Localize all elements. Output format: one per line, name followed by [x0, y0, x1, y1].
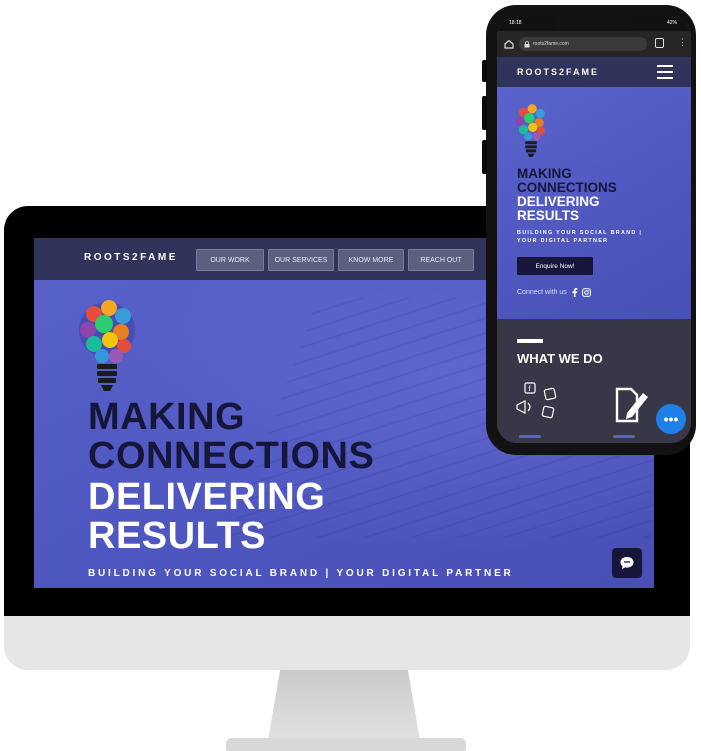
desktop-tagline: BUILDING YOUR SOCIAL BRAND | YOUR DIGITA…: [88, 568, 514, 579]
mobile-headline-line-2: CONNECTIONS: [517, 180, 617, 195]
mobile-tagline-line-1: BUILDING YOUR SOCIAL BRAND |: [517, 230, 643, 236]
instagram-icon[interactable]: [581, 288, 591, 297]
home-icon[interactable]: [504, 39, 514, 49]
desktop-headline-line-1: MAKING: [88, 396, 246, 438]
desktop-logo[interactable]: ROOTS2FAME: [84, 252, 178, 263]
desktop-headline-line-2: CONNECTIONS: [88, 435, 375, 477]
svg-text:f: f: [529, 386, 531, 393]
content-writing-icon: [615, 387, 648, 423]
lock-icon: [524, 41, 530, 48]
mobile-website-screen: 18:18 42% roots2fame.com ⋮ ROOTS2FAME MA…: [497, 17, 691, 443]
mobile-headline-line-4: RESULTS: [517, 208, 580, 223]
chat-button[interactable]: [612, 548, 642, 578]
nav-our-services-button[interactable]: OUR SERVICES: [268, 249, 334, 271]
social-media-marketing-icon: f: [516, 382, 557, 419]
browser-url-bar: roots2fame.com ⋮: [497, 31, 691, 57]
chat-fab-button[interactable]: •••: [656, 404, 686, 434]
tabs-icon[interactable]: [655, 38, 664, 48]
mobile-tagline-line-2: YOUR DIGITAL PARTNER: [517, 238, 609, 244]
status-time: 18:18: [509, 20, 522, 26]
more-menu-icon[interactable]: ⋮: [678, 37, 687, 47]
desktop-headline-line-4: RESULTS: [88, 515, 267, 557]
nav-our-work-button[interactable]: OUR WORK: [196, 249, 264, 271]
phone-volume-down: [482, 140, 487, 174]
carousel-indicator-1[interactable]: [519, 435, 541, 438]
desktop-headline-line-3: DELIVERING: [88, 476, 326, 518]
connect-label: Connect with us: [517, 289, 567, 296]
nav-know-more-button[interactable]: KNOW MORE: [338, 249, 404, 271]
nav-reach-out-button[interactable]: REACH OUT: [408, 249, 474, 271]
phone-side-button: [482, 60, 487, 82]
url-field[interactable]: roots2fame.com: [519, 37, 647, 51]
connect-row: Connect with us: [517, 288, 591, 297]
what-we-do-title: WHAT WE DO: [517, 351, 603, 366]
mobile-navbar: ROOTS2FAME: [497, 57, 691, 87]
url-text: roots2fame.com: [533, 41, 569, 47]
chat-bubble-icon: [620, 557, 634, 569]
hamburger-menu-icon[interactable]: [657, 65, 673, 79]
facebook-icon[interactable]: [571, 288, 578, 297]
mobile-hero: MAKING CONNECTIONS DELIVERING RESULTS BU…: [497, 87, 691, 319]
section-accent-bar: [517, 339, 543, 343]
monitor-stand-neck: [268, 670, 420, 740]
enquire-now-button[interactable]: Enquire Now!: [517, 257, 593, 275]
phone-volume-up: [482, 96, 487, 130]
mobile-headline-line-3: DELIVERING: [517, 194, 600, 209]
carousel-indicator-2[interactable]: [613, 435, 635, 438]
social-lightbulb-icon: [515, 104, 545, 157]
status-battery: 42%: [667, 20, 678, 26]
mobile-headline-line-1: MAKING: [517, 166, 572, 181]
mobile-logo[interactable]: ROOTS2FAME: [517, 67, 599, 77]
monitor-stand-base: [226, 738, 466, 751]
social-lightbulb-icon: [79, 300, 135, 391]
